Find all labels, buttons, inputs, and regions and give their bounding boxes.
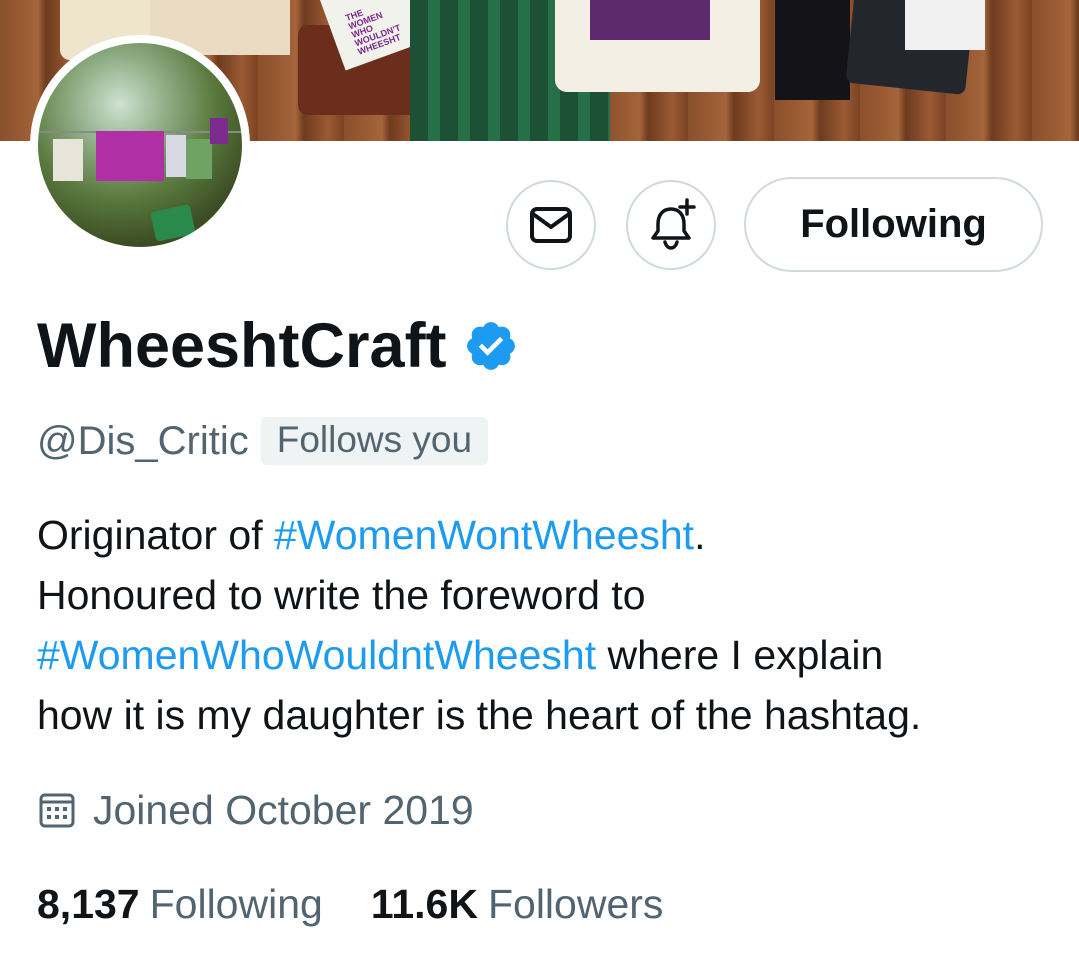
bio-line: Honoured to write the foreword to bbox=[37, 565, 1067, 625]
notify-button[interactable] bbox=[626, 180, 716, 270]
avatar-banner bbox=[96, 131, 164, 181]
followers-stat-link[interactable]: 11.6K Followers bbox=[371, 881, 664, 928]
avatar-garment bbox=[210, 118, 228, 144]
bio-text: . bbox=[694, 512, 706, 558]
handle-row: @Dis_Critic Follows you bbox=[37, 415, 489, 467]
joined-date-row: Joined October 2019 bbox=[37, 784, 474, 836]
user-handle: @Dis_Critic bbox=[37, 418, 249, 463]
bio-line: how it is my daughter is the heart of th… bbox=[37, 685, 1067, 745]
avatar-sign bbox=[150, 204, 196, 242]
hashtag-link[interactable]: #WomenWontWheesht bbox=[274, 512, 694, 558]
following-count: 8,137 bbox=[37, 880, 140, 927]
follows-you-badge: Follows you bbox=[260, 417, 489, 465]
avatar-image bbox=[38, 43, 242, 247]
avatar-garment bbox=[53, 139, 83, 181]
avatar-garment bbox=[186, 139, 212, 179]
following-label: Following bbox=[149, 880, 323, 927]
following-stat-link[interactable]: 8,137 Following bbox=[37, 881, 323, 928]
profile-bio: Originator of #WomenWontWheesht. Honoure… bbox=[37, 505, 1067, 745]
bio-line: #WomenWhoWouldntWheesht where I explain bbox=[37, 625, 1067, 685]
bio-text: where I explain bbox=[596, 632, 884, 678]
avatar-garment bbox=[166, 135, 186, 177]
avatar[interactable] bbox=[30, 35, 250, 255]
message-button[interactable] bbox=[506, 180, 596, 270]
hashtag-link[interactable]: #WomenWhoWouldntWheesht bbox=[37, 632, 596, 678]
following-button[interactable]: Following bbox=[744, 177, 1043, 272]
joined-date: Joined October 2019 bbox=[93, 786, 474, 833]
calendar-icon bbox=[39, 793, 75, 828]
display-name: WheeshtCraft bbox=[37, 311, 447, 381]
follow-stats: 8,137 Following 11.6K Followers bbox=[37, 877, 663, 931]
display-name-row: WheeshtCraft bbox=[37, 310, 519, 382]
bio-text: how it is my daughter is the heart of th… bbox=[37, 692, 922, 738]
followers-count: 11.6K bbox=[370, 880, 478, 927]
banner-book-title: THE WOMEN WHO WOULDN'T WHEESHT bbox=[344, 7, 403, 57]
followers-label: Followers bbox=[487, 880, 664, 927]
verified-badge-icon[interactable] bbox=[463, 318, 519, 374]
banner-garment bbox=[590, 0, 710, 40]
bio-text: Honoured to write the foreword to bbox=[37, 572, 646, 618]
bio-text: Originator of bbox=[37, 512, 274, 558]
bio-line: Originator of #WomenWontWheesht. bbox=[37, 505, 1067, 565]
envelope-icon bbox=[530, 207, 572, 243]
bell-plus-icon bbox=[651, 198, 696, 250]
banner-garment bbox=[775, 0, 850, 100]
banner-paper bbox=[905, 0, 985, 50]
